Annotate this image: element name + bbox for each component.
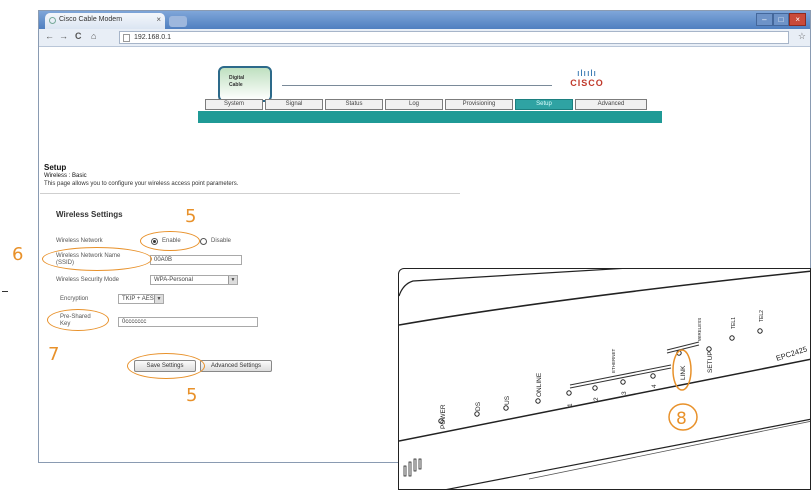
logo-text-digital: Digital (229, 75, 245, 81)
tab-advanced[interactable]: Advanced (575, 99, 647, 110)
tab-status[interactable]: Status (325, 99, 383, 110)
callout-number-6: 6 (12, 244, 24, 265)
modem-illustration: POWER DS US ONLINE 1 2 3 4 LINK SETUP TE… (399, 269, 810, 489)
page-icon (123, 34, 130, 42)
ethernet-label: ETHERNET (611, 348, 616, 373)
tab-title: Cisco Cable Modem (59, 16, 123, 23)
title-bar: Cisco Cable Modem × – □ × (39, 11, 810, 29)
callout-ring-enable (140, 231, 200, 251)
breadcrumb: Wireless : Basic (44, 173, 87, 179)
ssid-input[interactable]: 00A0B (150, 255, 242, 265)
led-label-online: ONLINE (536, 372, 543, 397)
home-icon[interactable]: ⌂ (91, 31, 96, 41)
security-mode-select[interactable]: WPA-Personal ▼ (150, 275, 238, 285)
led-label-us: US (504, 395, 511, 405)
cisco-bars-icon: ılıılı (576, 68, 597, 78)
digital-cable-logo: Digital Cable (218, 66, 272, 102)
callout-ring-psk (47, 309, 109, 331)
margin-tick (2, 291, 8, 292)
cisco-wordmark: CISCO (570, 78, 604, 88)
callout-number-5-save: 5 (186, 385, 198, 406)
encryption-value: TKIP + AES (122, 296, 154, 302)
subnav-bar (198, 111, 662, 123)
chevron-down-icon: ▼ (154, 295, 163, 303)
advanced-settings-button[interactable]: Advanced Settings (200, 360, 272, 372)
port-label-3: 3 (621, 391, 628, 395)
new-tab-button[interactable] (169, 16, 187, 27)
chevron-down-icon: ▼ (228, 276, 237, 284)
section-divider (40, 193, 460, 194)
tab-signal[interactable]: Signal (265, 99, 323, 110)
browser-toolbar: ← → C ⌂ 192.168.0.1 ☆ (39, 29, 810, 47)
favicon-icon (49, 17, 56, 24)
encryption-select[interactable]: TKIP + AES ▼ (118, 294, 164, 304)
reload-icon[interactable]: C (75, 31, 82, 41)
maximize-button[interactable]: □ (772, 13, 790, 26)
tab-setup[interactable]: Setup (515, 99, 573, 110)
tab-system[interactable]: System (205, 99, 263, 110)
callout-ring-save (127, 353, 205, 379)
callout-number-8: 8 (676, 409, 687, 429)
page-title: Setup (44, 163, 67, 172)
header-divider (282, 85, 552, 86)
logo-text-cable: Cable (229, 82, 243, 88)
tab-close-icon[interactable]: × (156, 15, 161, 24)
tab-provisioning[interactable]: Provisioning (445, 99, 513, 110)
led-label-setup: SETUP (707, 351, 714, 373)
security-mode-value: WPA-Personal (154, 277, 193, 283)
modem-front-panel: POWER DS US ONLINE 1 2 3 4 LINK SETUP TE… (398, 268, 811, 490)
section-title: Wireless Settings (56, 210, 123, 219)
page-description: This page allows you to configure your w… (44, 181, 239, 187)
led-label-tel1: TEL1 (731, 317, 737, 329)
window-controls: – □ × (756, 13, 807, 26)
psk-input[interactable]: 0ccccccc (118, 317, 258, 327)
disable-radio[interactable] (200, 238, 207, 245)
minimize-button[interactable]: – (756, 13, 773, 26)
star-icon[interactable]: ☆ (798, 31, 806, 42)
led-label-ds: DS (475, 401, 482, 411)
led-label-link: LINK (680, 365, 687, 380)
callout-ring-ssid (42, 247, 152, 271)
screenshot-stage: Cisco Cable Modem × – □ × ← → C ⌂ 192.16… (0, 0, 811, 490)
back-arrow-icon[interactable]: ← (45, 31, 54, 41)
close-window-button[interactable]: × (789, 13, 807, 26)
callout-number-5: 5 (185, 206, 197, 227)
cisco-logo: ılıılı CISCO (562, 68, 612, 98)
address-bar[interactable]: 192.168.0.1 (119, 31, 789, 44)
wireless-network-label: Wireless Network (56, 238, 103, 244)
address-text: 192.168.0.1 (134, 34, 171, 41)
disable-label: Disable (211, 238, 232, 244)
port-label-2: 2 (593, 397, 600, 401)
port-label-1: 1 (567, 403, 574, 407)
forward-arrow-icon[interactable]: → (59, 31, 68, 41)
callout-number-7: 7 (48, 344, 60, 365)
wireless-label: WIRELESS (697, 318, 702, 341)
browser-tab[interactable]: Cisco Cable Modem × (45, 13, 165, 29)
port-label-4: 4 (651, 384, 658, 388)
led-label-tel2: TEL2 (759, 310, 765, 322)
tab-log[interactable]: Log (385, 99, 443, 110)
led-label-power: POWER (440, 404, 447, 429)
encryption-label: Encryption (60, 296, 89, 302)
security-mode-label: Wireless Security Mode (56, 277, 120, 283)
router-nav-tabs: System Signal Status Log Provisioning Se… (205, 99, 657, 110)
